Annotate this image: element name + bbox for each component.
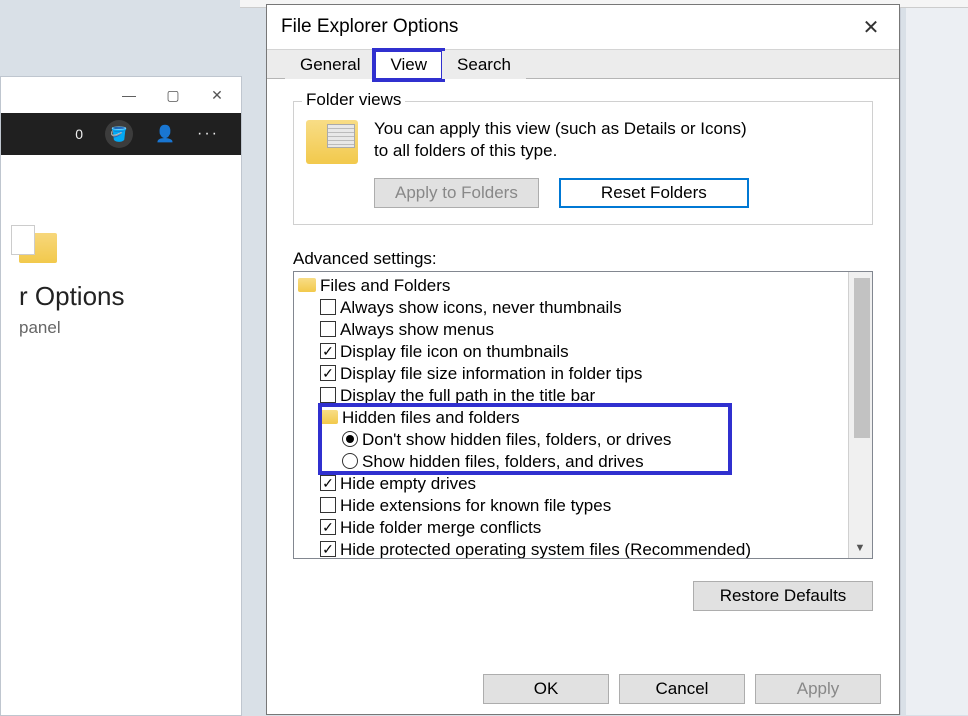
tree-folder-root: Files and Folders <box>298 274 870 296</box>
option-always-show-menus[interactable]: Always show menus <box>298 318 870 340</box>
option-label: Hide folder merge conflicts <box>340 517 541 538</box>
background-window: — ▢ ✕ 0 🪣 👤 ··· r Options panel <box>0 76 242 716</box>
tabs: General View Search <box>267 49 899 79</box>
option-label: Display the full path in the title bar <box>340 385 595 406</box>
folder-views-desc-line2: to all folders of this type. <box>374 140 747 162</box>
scroll-down-icon[interactable]: ▼ <box>848 538 872 558</box>
folder-options-icon <box>19 233 57 263</box>
option-display-file-size[interactable]: Display file size information in folder … <box>298 362 870 384</box>
tree-folder-hidden: Hidden files and folders <box>298 406 870 428</box>
folder-icon <box>298 278 316 292</box>
person-icon[interactable]: 👤 <box>155 124 175 144</box>
radio-icon[interactable] <box>342 431 358 447</box>
close-icon[interactable]: ✕ <box>857 15 885 40</box>
tab-general[interactable]: General <box>285 51 375 79</box>
checkbox-icon[interactable] <box>320 321 336 337</box>
tab-view[interactable]: View <box>375 51 442 79</box>
checkbox-icon[interactable] <box>320 519 336 535</box>
folder-views-desc-line1: You can apply this view (such as Details… <box>374 118 747 140</box>
option-label: Always show icons, never thumbnails <box>340 297 622 318</box>
advanced-settings-list[interactable]: Files and Folders Always show icons, nev… <box>293 271 873 559</box>
background-right-strip <box>906 0 968 715</box>
option-label: Display file size information in folder … <box>340 363 642 384</box>
option-dont-show-hidden[interactable]: Don't show hidden files, folders, or dri… <box>298 428 870 450</box>
option-display-full-path[interactable]: Display the full path in the title bar <box>298 384 870 406</box>
option-hide-merge-conflicts[interactable]: Hide folder merge conflicts <box>298 516 870 538</box>
tab-search[interactable]: Search <box>442 51 526 79</box>
option-label: Always show menus <box>340 319 494 340</box>
dialog-footer: OK Cancel Apply <box>267 664 899 714</box>
folder-icon <box>306 120 358 164</box>
checkbox-icon[interactable] <box>320 299 336 315</box>
checkbox-icon[interactable] <box>320 365 336 381</box>
apply-to-folders-button[interactable]: Apply to Folders <box>374 178 539 208</box>
maximize-icon[interactable]: ▢ <box>165 87 181 103</box>
cancel-button[interactable]: Cancel <box>619 674 745 704</box>
more-icon[interactable]: ··· <box>197 125 219 143</box>
checkbox-icon[interactable] <box>320 475 336 491</box>
option-label: Display file icon on thumbnails <box>340 341 569 362</box>
option-display-file-icon[interactable]: Display file icon on thumbnails <box>298 340 870 362</box>
option-hide-protected-os-files[interactable]: Hide protected operating system files (R… <box>298 538 870 559</box>
minimize-icon[interactable]: — <box>121 87 137 103</box>
ok-button[interactable]: OK <box>483 674 609 704</box>
bg-title-text: r Options <box>19 281 223 312</box>
dialog-title: File Explorer Options <box>281 16 458 38</box>
bg-toolbar: 0 🪣 👤 ··· <box>1 113 241 155</box>
option-label: Hide protected operating system files (R… <box>340 539 751 560</box>
option-label: Hide extensions for known file types <box>340 495 611 516</box>
restore-defaults-button[interactable]: Restore Defaults <box>693 581 873 611</box>
bg-window-controls: — ▢ ✕ <box>1 77 241 113</box>
apply-button[interactable]: Apply <box>755 674 881 704</box>
file-explorer-options-dialog: File Explorer Options ✕ General View Sea… <box>266 4 900 715</box>
option-always-show-icons[interactable]: Always show icons, never thumbnails <box>298 296 870 318</box>
folder-views-description: You can apply this view (such as Details… <box>374 118 747 162</box>
option-show-hidden[interactable]: Show hidden files, folders, and drives <box>298 450 870 472</box>
scroll-thumb[interactable] <box>854 278 870 438</box>
folder-views-label: Folder views <box>302 90 405 110</box>
checkbox-icon[interactable] <box>320 497 336 513</box>
option-label: Don't show hidden files, folders, or dri… <box>362 429 671 450</box>
tree-hidden-label: Hidden files and folders <box>342 407 520 428</box>
advanced-settings-label: Advanced settings: <box>293 249 873 269</box>
dialog-titlebar: File Explorer Options ✕ <box>267 5 899 49</box>
reset-folders-button[interactable]: Reset Folders <box>559 178 749 208</box>
checkbox-icon[interactable] <box>320 541 336 557</box>
option-label: Hide empty drives <box>340 473 476 494</box>
bg-sub-text: panel <box>19 318 223 338</box>
tree-root-label: Files and Folders <box>320 275 450 296</box>
bg-toolbar-zero: 0 <box>75 126 83 142</box>
checkbox-icon[interactable] <box>320 343 336 359</box>
checkbox-icon[interactable] <box>320 387 336 403</box>
folder-views-group: Folder views You can apply this view (su… <box>293 101 873 225</box>
radio-icon[interactable] <box>342 453 358 469</box>
option-hide-empty-drives[interactable]: Hide empty drives <box>298 472 870 494</box>
paint-bucket-icon[interactable]: 🪣 <box>105 120 133 148</box>
close-icon[interactable]: ✕ <box>209 87 225 103</box>
scrollbar[interactable]: ▲ ▼ <box>848 272 872 558</box>
option-hide-extensions[interactable]: Hide extensions for known file types <box>298 494 870 516</box>
option-label: Show hidden files, folders, and drives <box>362 451 644 472</box>
background-vline <box>900 8 901 715</box>
folder-icon <box>320 410 338 424</box>
